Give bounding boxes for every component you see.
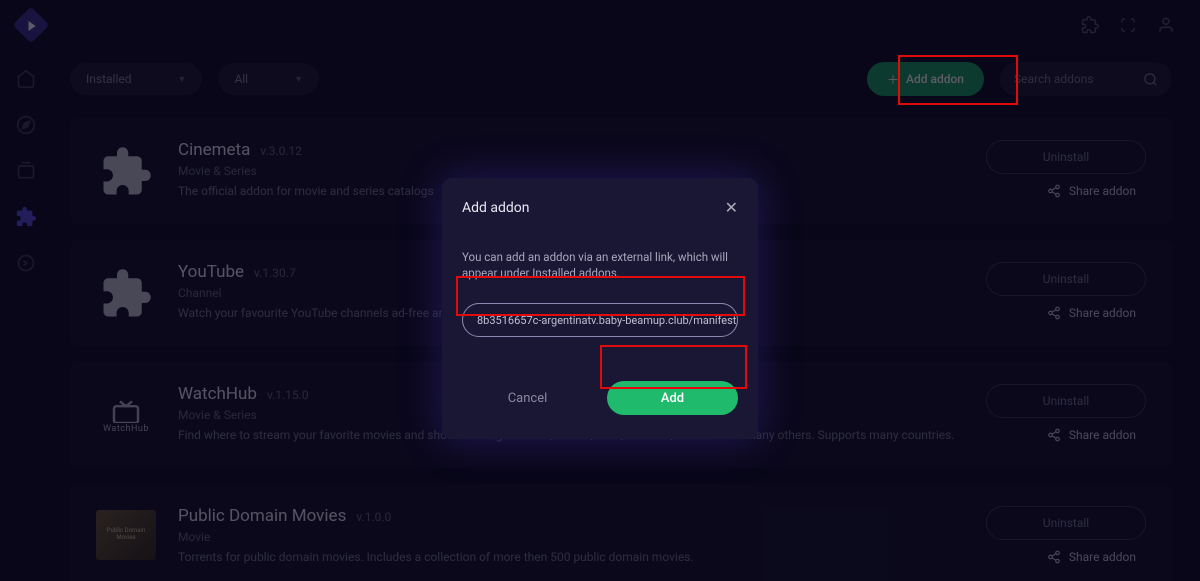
add-addon-modal: Add addon ✕ You can add an addon via an … xyxy=(442,178,758,439)
close-icon[interactable]: ✕ xyxy=(725,198,738,217)
add-button[interactable]: Add xyxy=(607,381,738,415)
cancel-button[interactable]: Cancel xyxy=(462,381,593,415)
addon-url-input[interactable]: 8b3516657c-argentinatv.baby-beamup.club/… xyxy=(462,303,738,337)
modal-title: Add addon xyxy=(462,200,530,216)
modal-description: You can add an addon via an external lin… xyxy=(462,249,738,281)
